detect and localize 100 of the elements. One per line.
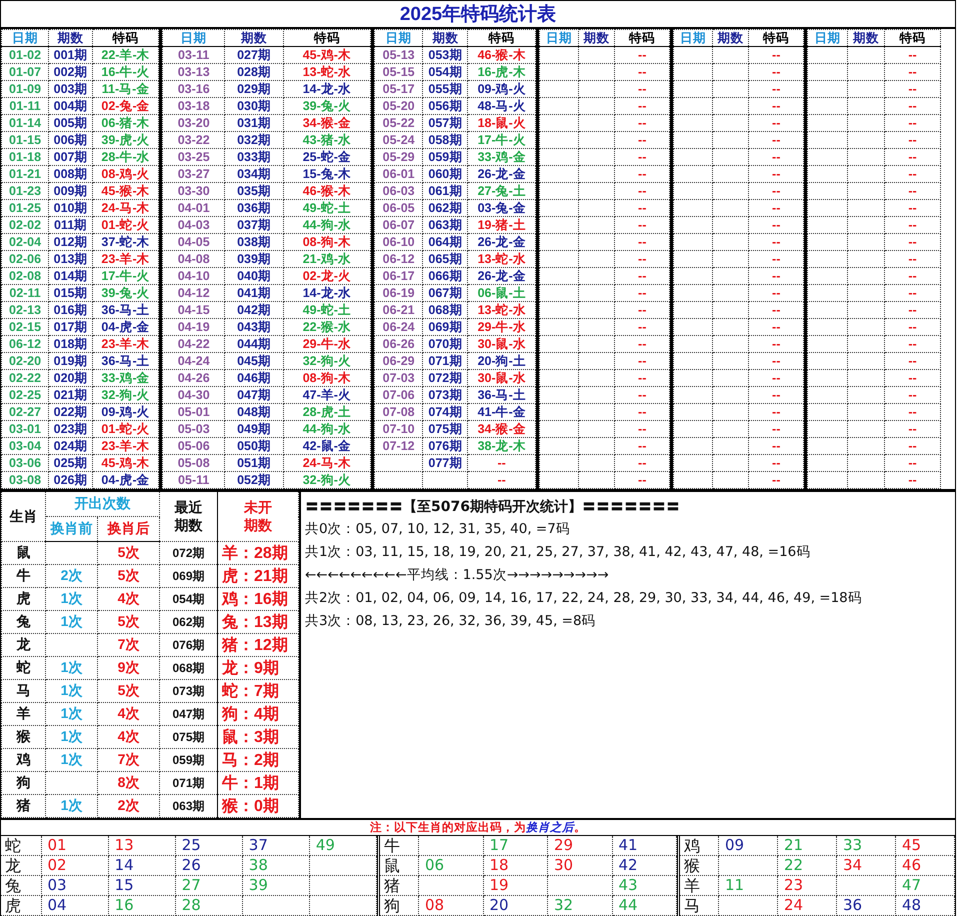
draw-date: 05-24 [374, 132, 423, 148]
special-code: 46-猴-木 [283, 182, 370, 200]
special-code: -- [884, 386, 940, 404]
column-header: 期数 [847, 30, 885, 46]
special-code: 06-鼠-土 [468, 284, 536, 302]
draw-date: 03-11 [162, 46, 225, 64]
special-code: 01-蛇-火 [92, 216, 158, 234]
special-code: 44-狗-水 [283, 420, 370, 438]
draw-date: 01-14 [2, 114, 49, 132]
count-after: 4次 [98, 702, 160, 726]
column-header: 特码 [614, 30, 670, 46]
special-code: 36-马-土 [92, 352, 158, 370]
issue-number: 030期 [224, 98, 284, 114]
zodiac-label: 猴 [2, 726, 46, 748]
special-code: 26-龙-金 [468, 166, 536, 182]
stats-line: ←←←←←←←←←平均线：1.55次→→→→→→→→→ [305, 566, 610, 585]
special-code: 45-鸡-木 [92, 454, 158, 472]
zodiac-label: 猴 [678, 856, 718, 876]
special-code: -- [748, 472, 804, 488]
issue-number: 017期 [48, 318, 93, 336]
lottery-number: 27 [175, 876, 242, 896]
lottery-number: 45 [896, 836, 954, 856]
issue-number: 018期 [48, 336, 93, 352]
draw-date: 07-03 [374, 370, 423, 386]
special-code: -- [884, 64, 940, 80]
issue-number: 070期 [422, 336, 468, 352]
issue-number: 024期 [48, 438, 93, 454]
special-code: -- [884, 114, 940, 132]
special-code: -- [614, 46, 670, 64]
lottery-number: 18 [483, 856, 548, 876]
draw-date: 02-20 [2, 352, 49, 370]
special-code: -- [884, 46, 940, 64]
draw-date: 05-22 [374, 114, 423, 132]
special-code: -- [614, 234, 670, 250]
lottery-number: 21 [778, 836, 836, 856]
issue-number: 058期 [422, 132, 468, 148]
special-code: 45-鸡-木 [283, 46, 370, 64]
special-code: -- [614, 114, 670, 132]
issue-number: 050期 [224, 438, 284, 454]
issue-number: 008期 [48, 166, 93, 182]
missing-issues: 马：2期 [218, 748, 298, 772]
special-code: 32-狗-火 [283, 352, 370, 370]
draw-date: 03-08 [2, 472, 49, 488]
stats-heading: 〓〓〓〓〓〓〓【至5076期特码开次统计】〓〓〓〓〓〓〓 [305, 498, 681, 517]
special-code: -- [748, 114, 804, 132]
stats-line: 共2次：01, 02, 04, 06, 09, 14, 16, 17, 22, 24, 28, 29, 30, 33, 34, 44, 46, 49, =18码 [305, 589, 863, 608]
lottery-number: 48 [896, 896, 954, 916]
special-code: 26-龙-金 [468, 234, 536, 250]
special-code: -- [884, 472, 940, 488]
issue-number: 076期 [422, 438, 468, 454]
special-code: -- [614, 438, 670, 454]
special-code: -- [748, 336, 804, 352]
special-code: 18-鼠-火 [468, 114, 536, 132]
special-code: -- [748, 216, 804, 234]
special-code: -- [614, 472, 670, 488]
special-code: -- [748, 386, 804, 404]
column-header: 特码 [884, 30, 940, 46]
issue-number: 064期 [422, 234, 468, 250]
issue-number: 005期 [48, 114, 93, 132]
stats-line: 共1次：03, 11, 15, 18, 19, 20, 21, 25, 27, 37, 38, 41, 42, 43, 47, 48, =16码 [305, 543, 812, 562]
special-code: -- [884, 98, 940, 114]
special-code: 08-狗-木 [283, 370, 370, 386]
count-after: 5次 [98, 680, 160, 702]
special-code: 09-鸡-火 [92, 404, 158, 420]
special-code: 17-牛-火 [468, 132, 536, 148]
special-code: 49-蛇-土 [283, 200, 370, 216]
issue-number: 071期 [422, 352, 468, 370]
special-code: 41-牛-金 [468, 404, 536, 420]
issue-number: 013期 [48, 250, 93, 268]
issue-number: 010期 [48, 200, 93, 216]
special-code: 15-兔-木 [283, 166, 370, 182]
draw-date: 02-08 [2, 268, 49, 284]
draw-date: 05-13 [374, 46, 423, 64]
issue-number: 045期 [224, 352, 284, 370]
draw-date: 06-12 [2, 336, 49, 352]
special-code: -- [748, 80, 804, 98]
zodiac-label: 兔 [2, 610, 46, 634]
draw-date: 01-18 [2, 148, 49, 166]
special-code: 44-狗-水 [283, 216, 370, 234]
draw-date: 03-16 [162, 80, 225, 98]
zodiac-label: 牛 [2, 564, 46, 588]
special-code: 23-羊-木 [92, 250, 158, 268]
stats-line: 共0次：05, 07, 10, 12, 31, 35, 40, =7码 [305, 520, 571, 539]
draw-date: 04-12 [162, 284, 225, 302]
lottery-number: 46 [896, 856, 954, 876]
special-code: 17-牛-火 [92, 268, 158, 284]
issue-number: 034期 [224, 166, 284, 182]
count-after: 9次 [98, 656, 160, 680]
draw-date: 02-13 [2, 302, 49, 318]
zodiac-label: 虎 [1, 896, 41, 916]
draw-date: 01-23 [2, 182, 49, 200]
special-code: -- [884, 284, 940, 302]
draw-date: 03-04 [2, 438, 49, 454]
draw-date: 06-07 [374, 216, 423, 234]
draw-date: 04-24 [162, 352, 225, 370]
special-code: -- [884, 336, 940, 352]
special-code: -- [748, 438, 804, 454]
count-after: 5次 [98, 610, 160, 634]
special-code: 09-鸡-火 [468, 80, 536, 98]
lottery-number: 04 [41, 896, 108, 916]
